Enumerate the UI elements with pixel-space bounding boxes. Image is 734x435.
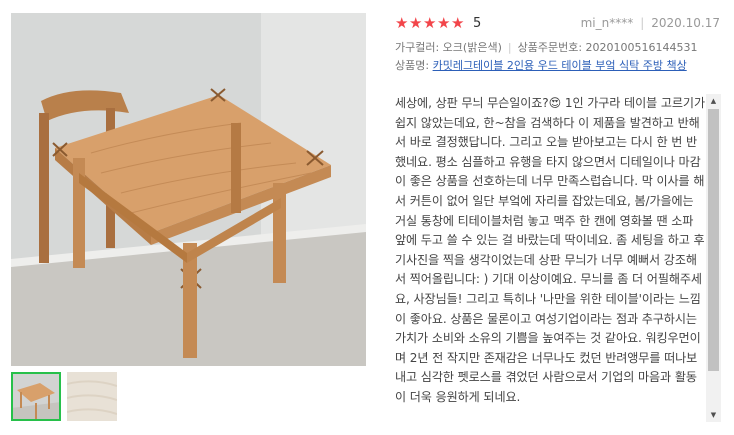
- product-info: 상품명: 카밋레그테이블 2인용 우드 테이블 부엌 식탁 주방 책상: [395, 57, 720, 73]
- review-body-scroll[interactable]: 세상에, 상판 무늬 무슨일이죠?😍 1인 가구라 테이블 고르기가 쉽지 않았…: [395, 94, 721, 422]
- scroll-up-arrow-icon[interactable]: ▲: [706, 94, 721, 108]
- author-date: mi_n**** | 2020.10.17: [581, 16, 720, 30]
- review-meta: ★ ★ ★ ★ ★ 5 mi_n**** | 2020.10.17 가구컬러: …: [395, 13, 720, 73]
- star-icon: ★: [437, 13, 451, 32]
- thumbnail-strip: [11, 372, 117, 421]
- rating-row: ★ ★ ★ ★ ★ 5 mi_n**** | 2020.10.17: [395, 13, 720, 33]
- star-icon: ★: [409, 13, 423, 32]
- divider: |: [640, 16, 645, 30]
- rating-score: 5: [473, 15, 482, 31]
- order-number: 상품주문번호: 2020100516144531: [517, 41, 698, 54]
- review-date: 2020.10.17: [651, 16, 720, 30]
- review-main-photo[interactable]: [11, 13, 366, 366]
- star-icon: ★: [395, 13, 409, 32]
- star-icon: ★: [451, 13, 465, 32]
- thumbnail-tabletop-texture[interactable]: [67, 372, 117, 421]
- star-icon: ★: [423, 13, 437, 32]
- furniture-color: 가구컬러: 오크(밝은색): [395, 41, 502, 54]
- product-link[interactable]: 카밋레그테이블 2인용 우드 테이블 부엌 식탁 주방 책상: [433, 59, 687, 72]
- option-info: 가구컬러: 오크(밝은색) | 상품주문번호: 2020100516144531: [395, 39, 720, 55]
- product-prefix: 상품명:: [395, 59, 430, 72]
- scrollbar[interactable]: ▲ ▼: [706, 94, 721, 422]
- scrollbar-thumb[interactable]: [708, 109, 719, 371]
- divider: |: [507, 40, 512, 54]
- review-author: mi_n****: [580, 16, 634, 30]
- review-text: 세상에, 상판 무늬 무슨일이죠?😍 1인 가구라 테이블 고르기가 쉽지 않았…: [395, 96, 705, 404]
- star-rating: ★ ★ ★ ★ ★: [395, 13, 465, 32]
- thumbnail-table[interactable]: [11, 372, 61, 421]
- scroll-down-arrow-icon[interactable]: ▼: [706, 408, 721, 422]
